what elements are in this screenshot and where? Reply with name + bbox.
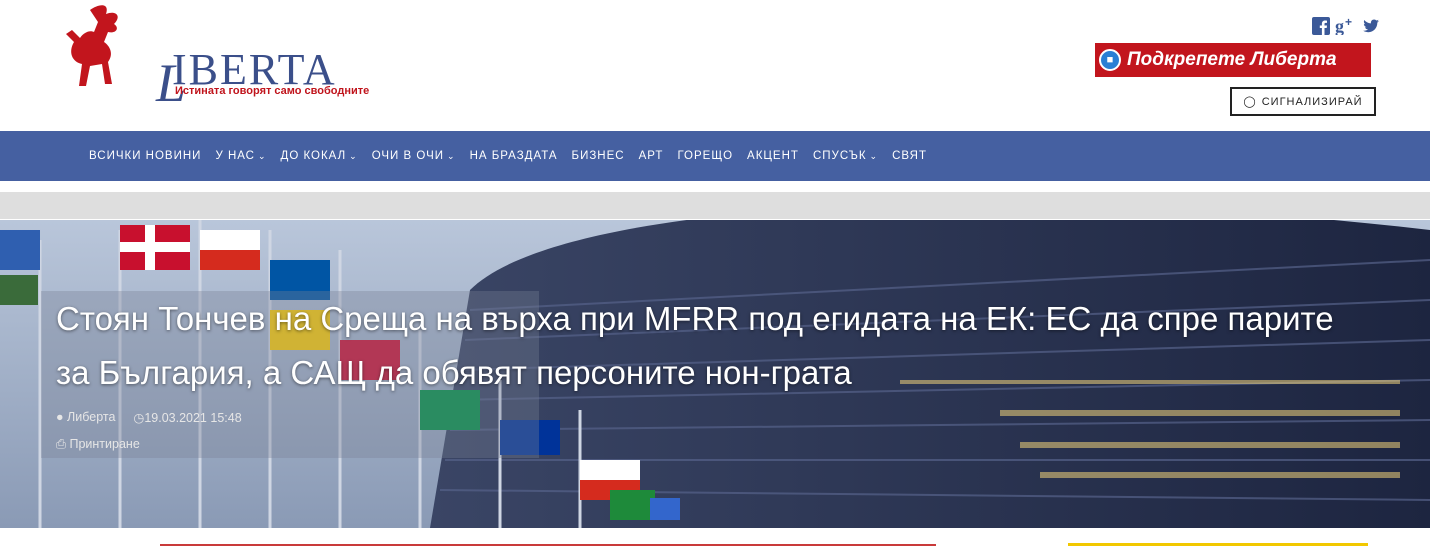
- nav-label: ВСИЧКИ НОВИНИ: [89, 150, 202, 162]
- nav-label: ДО КОКАЛ: [280, 150, 347, 162]
- nav-label: СПУСЪК: [812, 150, 867, 162]
- nav-label: БИЗНЕС: [571, 150, 625, 162]
- article-meta: ● Либерта ◷19.03.2021 15:48: [56, 410, 242, 425]
- site-header: L IBERTA Истината говорят само свободнит…: [0, 0, 1430, 131]
- comment-icon: ◯: [1243, 96, 1257, 108]
- nav-item-svyat[interactable]: СВЯТ: [892, 150, 927, 162]
- main-nav: ВСИЧКИ НОВИНИ У НАС ⌄ ДО КОКАЛ ⌄ ОЧИ В ОЧИ…: [0, 131, 1430, 181]
- signal-label: СИГНАЛИЗИРАЙ: [1261, 95, 1363, 108]
- patreon-icon: ■: [1099, 49, 1121, 71]
- divider-bar: [0, 192, 1430, 219]
- nav-item-ochi-v-ochi[interactable]: ОЧИ В ОЧИ ⌄: [372, 150, 456, 162]
- nav-item-aktsent[interactable]: АКЦЕНТ: [747, 150, 799, 162]
- facebook-icon[interactable]: [1312, 17, 1330, 35]
- nav-label: НА БРАЗДАТА: [469, 150, 558, 162]
- nav-item-biznes[interactable]: БИЗНЕС: [572, 150, 625, 162]
- chevron-down-icon: ⌄: [447, 150, 456, 161]
- nav-label: АКЦЕНТ: [747, 150, 799, 162]
- hero-article[interactable]: Стоян Тончев на Среща на върха при MFRR …: [0, 220, 1430, 528]
- nav-item-u-nas[interactable]: У НАС ⌄: [215, 150, 266, 162]
- nav-item-goreshto[interactable]: ГОРЕЩО: [677, 150, 733, 162]
- signal-button[interactable]: ◯ СИГНАЛИЗИРАЙ: [1230, 87, 1376, 116]
- chevron-down-icon: ⌄: [257, 150, 267, 161]
- nav-item-na-brazdata[interactable]: НА БРАЗДАТА: [470, 150, 558, 162]
- google-plus-icon[interactable]: g +: [1335, 15, 1357, 36]
- user-icon: ●: [56, 410, 68, 424]
- author-name: Либерта: [67, 410, 116, 424]
- nav-item-art[interactable]: АРТ: [639, 150, 664, 162]
- author[interactable]: ● Либерта: [56, 410, 115, 425]
- article-title[interactable]: Стоян Тончев на Среща на върха при MFRR …: [56, 292, 1356, 400]
- nav-item-all-news[interactable]: ВСИЧКИ НОВИНИ: [89, 150, 201, 162]
- support-button[interactable]: ■ Подкрепете Либерта: [1095, 43, 1371, 77]
- svg-text:+: +: [1345, 17, 1352, 29]
- twitter-icon[interactable]: [1362, 17, 1380, 35]
- date-text: 19.03.2021 15:48: [144, 411, 242, 425]
- nav-item-spusak[interactable]: СПУСЪК ⌄: [813, 150, 878, 162]
- print-icon: ⎙: [56, 437, 70, 451]
- nav-label: ГОРЕЩО: [677, 150, 734, 162]
- nav-label: У НАС: [215, 150, 255, 162]
- nav-item-do-kokal[interactable]: ДО КОКАЛ ⌄: [281, 150, 358, 162]
- nav-label: АРТ: [638, 150, 664, 162]
- support-label: Подкрепете Либерта: [1127, 49, 1337, 70]
- nav-label: ОЧИ В ОЧИ: [371, 150, 445, 162]
- clock-icon: ◷: [133, 411, 145, 425]
- date: ◷19.03.2021 15:48: [133, 410, 241, 425]
- pegasus-icon: [66, 5, 118, 86]
- chevron-down-icon: ⌄: [869, 150, 879, 161]
- site-logo[interactable]: L IBERTA Истината говорят само свободнит…: [60, 2, 369, 113]
- social-links: g +: [1312, 15, 1380, 36]
- logo-tagline: Истината говорят само свободните: [175, 85, 370, 97]
- print-link[interactable]: ⎙ Принтиране: [56, 437, 140, 452]
- print-label: Принтиране: [69, 437, 140, 451]
- chevron-down-icon: ⌄: [349, 150, 358, 161]
- nav-label: СВЯТ: [892, 150, 928, 162]
- svg-text:g: g: [1335, 17, 1344, 35]
